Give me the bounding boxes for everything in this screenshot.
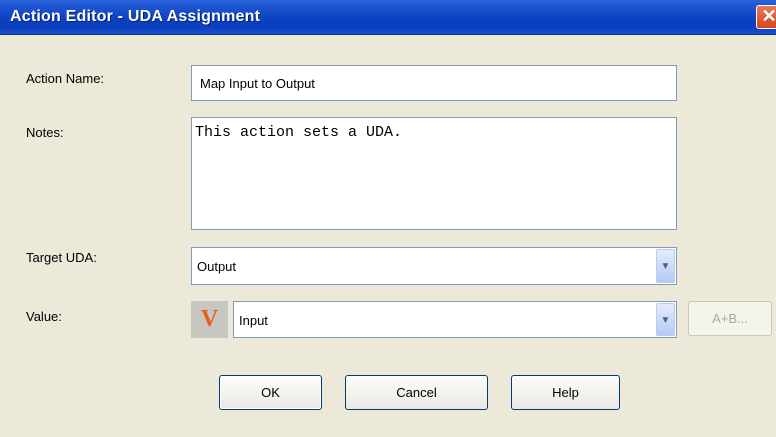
window-title: Action Editor - UDA Assignment <box>10 8 261 25</box>
value-select[interactable]: Input ▼ <box>233 301 677 338</box>
variable-type-icon[interactable]: V <box>191 301 228 338</box>
target-uda-dropdown-button[interactable]: ▼ <box>656 249 675 283</box>
close-button[interactable]: ✕ <box>756 5 776 29</box>
chevron-down-icon: ▼ <box>660 261 671 272</box>
action-editor-dialog: Action Editor - UDA Assignment ✕ Action … <box>0 0 776 437</box>
chevron-down-icon: ▼ <box>660 315 671 326</box>
title-bar[interactable]: Action Editor - UDA Assignment ✕ <box>0 0 776 35</box>
cancel-button[interactable]: Cancel <box>345 375 488 410</box>
target-uda-label: Target UDA: <box>26 250 97 265</box>
target-uda-select[interactable]: Output ▼ <box>191 247 677 285</box>
value-label: Value: <box>26 309 62 324</box>
help-button[interactable]: Help <box>511 375 620 410</box>
action-name-label: Action Name: <box>26 71 105 86</box>
expression-builder-button[interactable]: A+B... <box>688 301 772 336</box>
ok-button[interactable]: OK <box>219 375 322 410</box>
target-uda-value: Output <box>197 259 237 274</box>
notes-textarea[interactable]: This action sets a UDA. <box>191 117 677 230</box>
close-icon: ✕ <box>761 6 776 26</box>
notes-label: Notes: <box>26 125 64 140</box>
action-name-input[interactable]: Map Input to Output <box>191 65 677 101</box>
value-select-value: Input <box>239 313 268 328</box>
value-dropdown-button[interactable]: ▼ <box>656 303 675 336</box>
